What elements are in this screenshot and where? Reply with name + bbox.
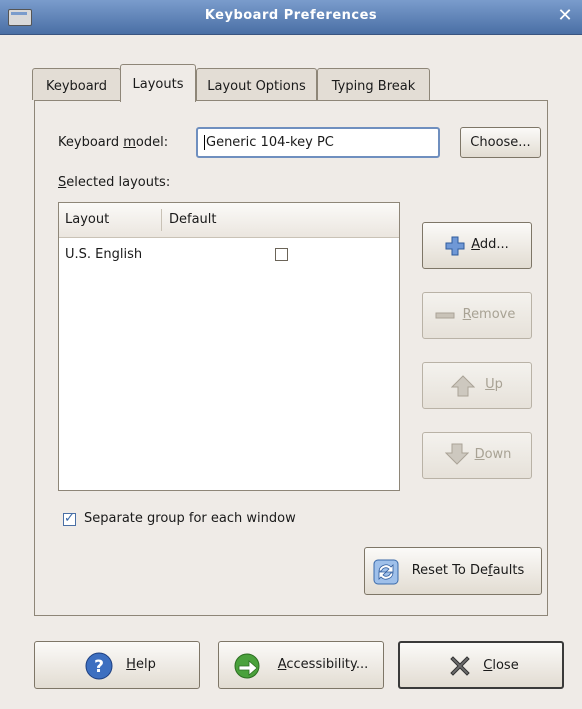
reset-to-defaults-button[interactable]: Reset To Defaults: [364, 547, 542, 595]
minus-icon: [435, 312, 455, 319]
close-button[interactable]: Close: [398, 641, 564, 689]
up-arrow-icon: [451, 375, 475, 397]
table-row[interactable]: U.S. English: [59, 239, 399, 267]
svg-text:?: ?: [94, 657, 104, 677]
separate-group-label[interactable]: Separate group for each window: [84, 511, 296, 526]
tab-layout-options[interactable]: Layout Options: [196, 68, 317, 100]
layouts-list[interactable]: Layout Default U.S. English: [58, 202, 400, 491]
close-window-icon[interactable]: ✕: [554, 5, 576, 27]
title-bar: Keyboard Preferences ✕: [0, 0, 582, 35]
separate-group-checkbox[interactable]: [63, 511, 76, 526]
accessibility-button[interactable]: Accessibility...: [218, 641, 384, 689]
plus-icon: [445, 236, 465, 256]
up-button[interactable]: Up: [422, 362, 532, 409]
list-header: Layout Default: [59, 203, 399, 238]
selected-layouts-label: Selected layouts:: [58, 175, 171, 190]
add-button[interactable]: Add...: [422, 222, 532, 269]
layout-name: U.S. English: [65, 247, 143, 262]
keyboard-model-field[interactable]: Generic 104-key PC: [196, 127, 440, 158]
accessibility-icon: [234, 653, 260, 679]
tab-keyboard[interactable]: Keyboard: [32, 68, 121, 100]
close-icon: [450, 656, 470, 676]
down-button[interactable]: Down: [422, 432, 532, 479]
remove-button[interactable]: Remove: [422, 292, 532, 339]
default-checkbox[interactable]: [275, 248, 288, 261]
choose-button[interactable]: Choose...: [460, 127, 541, 158]
column-header-layout[interactable]: Layout: [65, 212, 109, 227]
refresh-icon: [373, 559, 399, 585]
window-title: Keyboard Preferences: [204, 8, 378, 23]
help-button[interactable]: ? Help: [34, 641, 200, 689]
keyboard-model-label: Keyboard model:: [58, 135, 169, 150]
tab-typing-break[interactable]: Typing Break: [317, 68, 430, 100]
down-arrow-icon: [445, 443, 469, 465]
help-icon: ?: [85, 652, 113, 680]
column-header-default[interactable]: Default: [169, 212, 217, 227]
tab-layouts[interactable]: Layouts: [120, 64, 196, 102]
